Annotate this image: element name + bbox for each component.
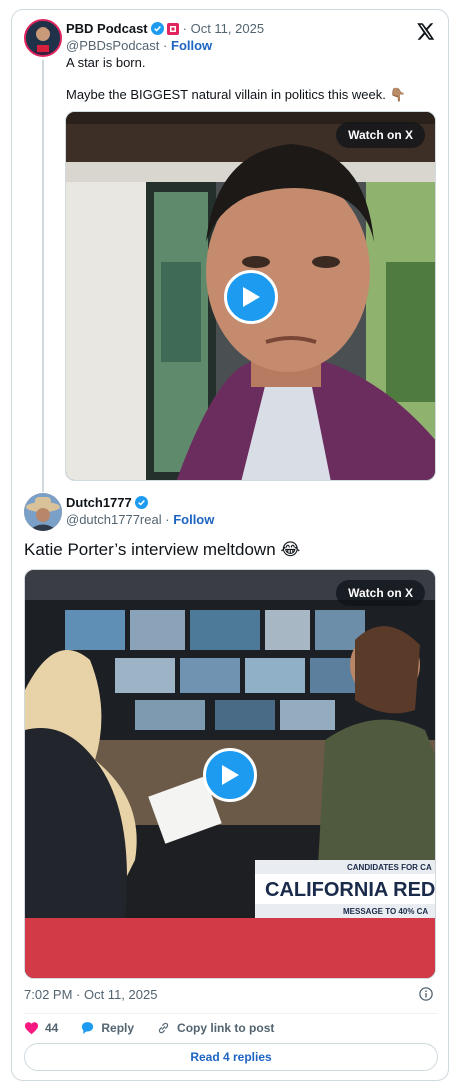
affiliate-badge-icon[interactable] [166,22,179,35]
main-author-name[interactable]: Dutch1777 [66,495,132,510]
chyron-sub: MESSAGE TO 40% CA [343,907,428,916]
quoted-handle[interactable]: @PBDsPodcast [66,38,159,53]
play-button[interactable] [224,270,278,324]
tweet-card: PBD Podcast · Oct 11, 2025 @PBDsPodcast … [11,9,449,1081]
like-button[interactable]: 44 [24,1021,58,1035]
info-icon[interactable] [419,987,433,1001]
x-logo-icon[interactable] [417,23,435,40]
main-tweet-text: Katie Porter’s interview meltdown 😂 [24,540,301,559]
reply-label: Reply [101,1021,135,1035]
action-bar: 44 Reply Copy link to post [24,1021,296,1035]
watch-on-x-button[interactable]: Watch on X [336,122,425,148]
reply-icon [82,1022,94,1034]
main-handle-line: @dutch1777real · Follow [66,512,214,527]
quoted-video[interactable]: Watch on X [65,111,436,481]
handle-separator: · [163,38,168,53]
chyron-main: CALIFORNIA REDIST [265,879,436,901]
copy-link-label: Copy link to post [177,1021,275,1035]
divider [24,1013,438,1014]
quoted-text-line2: Maybe the BIGGEST natural villain in pol… [66,87,406,102]
quoted-author-name[interactable]: PBD Podcast [66,21,148,36]
read-replies-button[interactable]: Read 4 replies [24,1043,438,1071]
main-video[interactable]: CANDIDATES FOR CA CALIFORNIA REDIST MESS… [24,569,436,979]
play-button[interactable] [203,748,257,802]
heart-icon [24,1022,39,1035]
verified-badge-icon [150,22,164,35]
reply-button[interactable]: Reply [80,1021,134,1035]
handle-separator: · [165,512,170,527]
main-handle[interactable]: @dutch1777real [66,512,162,527]
thread-line [42,60,44,492]
link-icon [158,1022,169,1034]
chyron-small: CANDIDATES FOR CA [347,863,432,872]
pbd-avatar[interactable] [24,19,62,57]
main-follow-link[interactable]: Follow [173,512,214,527]
like-count: 44 [45,1021,59,1035]
quoted-text-line1: A star is born. [66,55,146,70]
quoted-date[interactable]: · Oct 11, 2025 [183,21,264,36]
dutch-avatar[interactable] [24,493,62,531]
copy-link-button[interactable]: Copy link to post [156,1021,274,1035]
play-icon [243,287,260,307]
quoted-follow-link[interactable]: Follow [171,38,212,53]
watch-on-x-button[interactable]: Watch on X [336,580,425,606]
play-icon [222,765,239,785]
quoted-handle-line: @PBDsPodcast · Follow [66,38,212,53]
quoted-author-line: PBD Podcast · Oct 11, 2025 [66,21,264,36]
main-author-line: Dutch1777 [66,495,148,510]
verified-badge-icon [134,496,148,509]
post-timestamp[interactable]: 7:02 PM · Oct 11, 2025 [24,987,157,1002]
